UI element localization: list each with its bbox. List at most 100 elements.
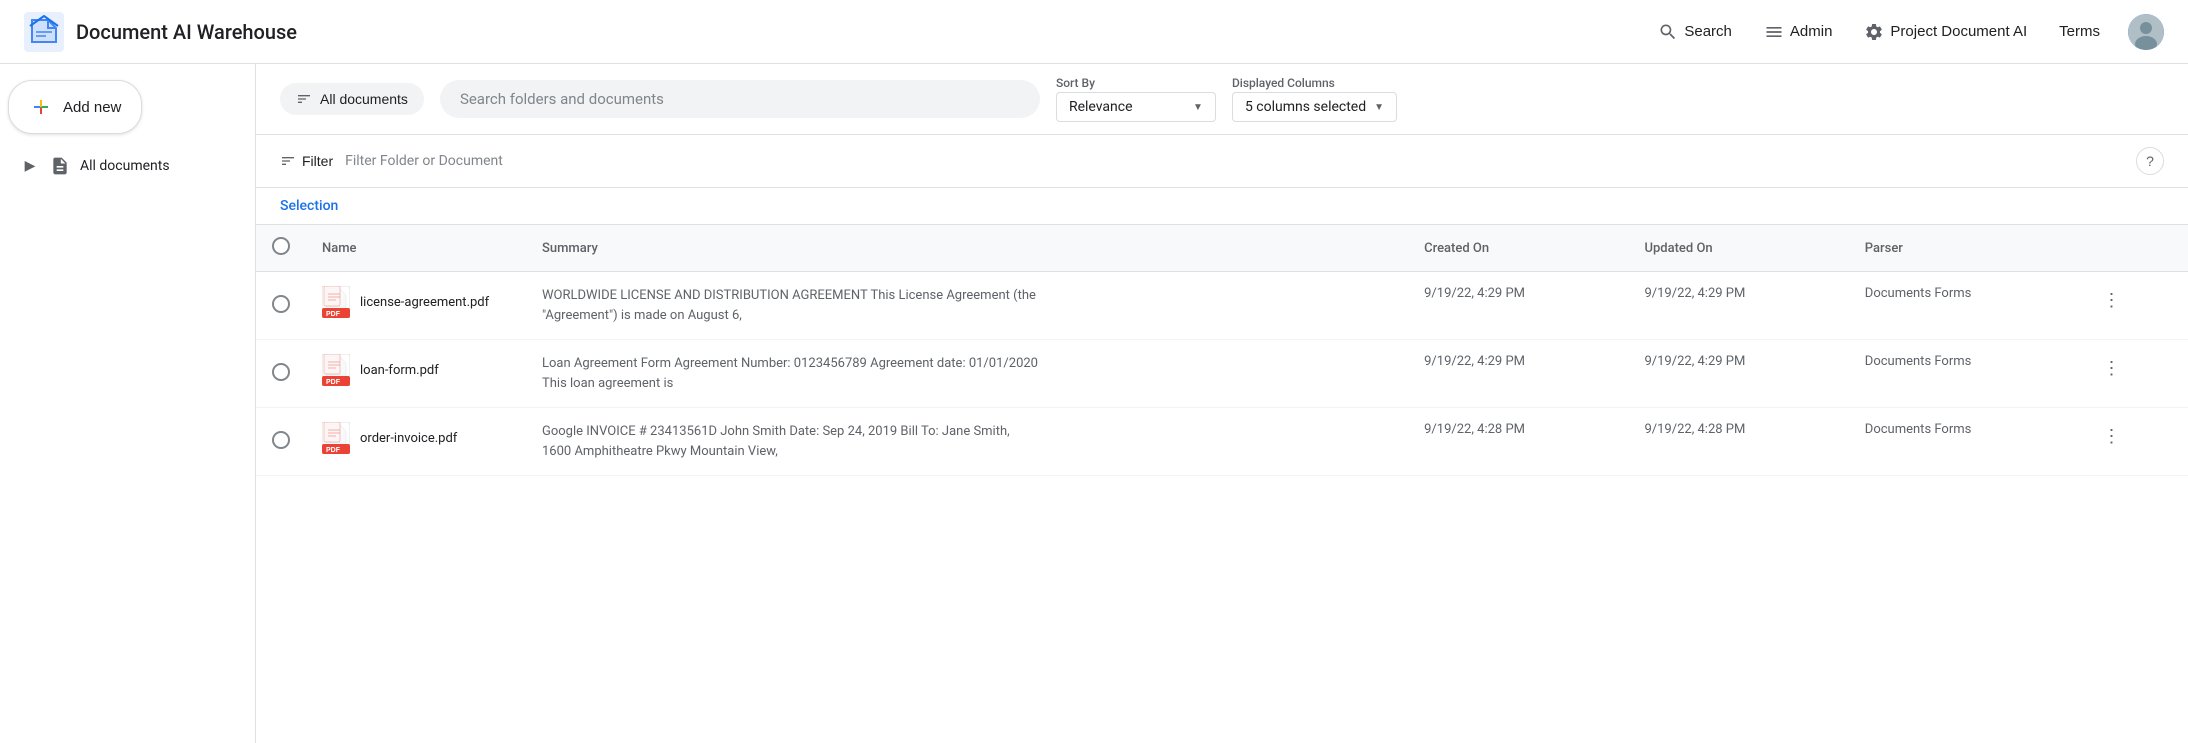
row-parser-cell: Documents Forms xyxy=(1849,272,2079,340)
row-parser-cell: Documents Forms xyxy=(1849,408,2079,476)
row-checkbox-cell xyxy=(256,272,306,340)
row-checkbox[interactable] xyxy=(272,431,290,449)
row-summary-cell: Loan Agreement Form Agreement Number: 01… xyxy=(526,340,1408,408)
updated-on-date: 9/19/22, 4:29 PM xyxy=(1644,354,1745,369)
row-created-on-cell: 9/19/22, 4:29 PM xyxy=(1408,340,1628,408)
filter-input[interactable]: Filter Folder or Document xyxy=(345,153,2124,169)
terms-nav-button[interactable]: Terms xyxy=(2055,15,2104,48)
col-checkbox xyxy=(256,225,306,272)
sort-by-dropdown: Sort By Relevance ▼ xyxy=(1056,76,1216,122)
svg-text:PDF: PDF xyxy=(326,311,341,318)
content-area: All documents Search folders and documen… xyxy=(256,64,2188,743)
filter-list-icon xyxy=(296,91,312,107)
svg-text:PDF: PDF xyxy=(326,379,341,386)
sidebar-item-all-documents[interactable]: ▶ All documents xyxy=(8,146,239,186)
sort-by-chevron-icon: ▼ xyxy=(1193,102,1203,113)
row-checkbox[interactable] xyxy=(272,363,290,381)
project-nav-label: Project Document AI xyxy=(1890,23,2027,40)
row-actions-cell: ⋮ xyxy=(2079,272,2188,340)
search-icon xyxy=(1658,22,1678,42)
sort-by-select[interactable]: Relevance ▼ xyxy=(1056,92,1216,122)
top-navigation: Document AI Warehouse Search Admin Proje… xyxy=(0,0,2188,64)
row-updated-on-cell: 9/19/22, 4:29 PM xyxy=(1628,340,1848,408)
table-row[interactable]: PDF order-invoice.pdf Google INVOICE # 2… xyxy=(256,408,2188,476)
file-name[interactable]: order-invoice.pdf xyxy=(360,431,457,446)
created-on-date: 9/19/22, 4:28 PM xyxy=(1424,422,1525,437)
admin-icon xyxy=(1764,22,1784,42)
table-body: PDF license-agreement.pdf WORLDWIDE LICE… xyxy=(256,272,2188,476)
updated-on-date: 9/19/22, 4:29 PM xyxy=(1644,286,1745,301)
col-actions xyxy=(2079,225,2188,272)
sort-by-label: Sort By xyxy=(1056,76,1216,90)
row-more-button[interactable]: ⋮ xyxy=(2095,422,2129,451)
help-icon: ? xyxy=(2146,153,2154,169)
summary-text: WORLDWIDE LICENSE AND DISTRIBUTION AGREE… xyxy=(542,286,1042,325)
col-name: Name xyxy=(306,225,526,272)
pdf-icon: PDF xyxy=(322,354,350,386)
select-all-checkbox[interactable] xyxy=(272,237,290,255)
add-new-button[interactable]: Add new xyxy=(8,80,142,134)
sort-by-value: Relevance xyxy=(1069,99,1133,115)
avatar[interactable] xyxy=(2128,14,2164,50)
parser-value: Documents Forms xyxy=(1865,422,1972,437)
admin-nav-button[interactable]: Admin xyxy=(1760,14,1837,50)
row-name-cell: PDF loan-form.pdf xyxy=(306,340,526,408)
row-created-on-cell: 9/19/22, 4:28 PM xyxy=(1408,408,1628,476)
row-checkbox[interactable] xyxy=(272,295,290,313)
col-parser: Parser xyxy=(1849,225,2079,272)
table-row[interactable]: PDF loan-form.pdf Loan Agreement Form Ag… xyxy=(256,340,2188,408)
columns-select[interactable]: 5 columns selected ▼ xyxy=(1232,92,1397,122)
help-button[interactable]: ? xyxy=(2136,147,2164,175)
updated-on-date: 9/19/22, 4:28 PM xyxy=(1644,422,1745,437)
row-checkbox-cell xyxy=(256,340,306,408)
document-icon xyxy=(50,156,70,176)
table-row[interactable]: PDF license-agreement.pdf WORLDWIDE LICE… xyxy=(256,272,2188,340)
created-on-date: 9/19/22, 4:29 PM xyxy=(1424,286,1525,301)
row-created-on-cell: 9/19/22, 4:29 PM xyxy=(1408,272,1628,340)
row-checkbox-cell xyxy=(256,408,306,476)
toolbar: All documents Search folders and documen… xyxy=(256,64,2188,135)
row-more-button[interactable]: ⋮ xyxy=(2095,286,2129,315)
row-actions-cell: ⋮ xyxy=(2079,408,2188,476)
all-docs-filter-label: All documents xyxy=(320,91,408,107)
pdf-icon: PDF xyxy=(322,422,350,454)
row-name-cell: PDF order-invoice.pdf xyxy=(306,408,526,476)
created-on-date: 9/19/22, 4:29 PM xyxy=(1424,354,1525,369)
filter-placeholder: Filter Folder or Document xyxy=(345,153,503,169)
row-more-button[interactable]: ⋮ xyxy=(2095,354,2129,383)
svg-text:PDF: PDF xyxy=(326,447,341,454)
col-updated-on: Updated On xyxy=(1628,225,1848,272)
row-name-cell: PDF license-agreement.pdf xyxy=(306,272,526,340)
table-container: Name Summary Created On Updated On Parse… xyxy=(256,225,2188,743)
columns-value: 5 columns selected xyxy=(1245,99,1366,115)
file-name[interactable]: loan-form.pdf xyxy=(360,363,439,378)
parser-value: Documents Forms xyxy=(1865,286,1972,301)
all-documents-filter-button[interactable]: All documents xyxy=(280,83,424,115)
row-summary-cell: Google INVOICE # 23413561D John Smith Da… xyxy=(526,408,1408,476)
expand-icon: ▶ xyxy=(20,156,40,176)
row-actions-cell: ⋮ xyxy=(2079,340,2188,408)
project-nav-button[interactable]: Project Document AI xyxy=(1860,14,2031,50)
app-title: Document AI Warehouse xyxy=(76,20,297,44)
add-new-label: Add new xyxy=(63,99,121,116)
main-layout: Add new ▶ All documents All documents Se… xyxy=(0,64,2188,743)
row-parser-cell: Documents Forms xyxy=(1849,340,2079,408)
row-summary-cell: WORLDWIDE LICENSE AND DISTRIBUTION AGREE… xyxy=(526,272,1408,340)
pdf-icon: PDF xyxy=(322,286,350,318)
parser-value: Documents Forms xyxy=(1865,354,1972,369)
search-nav-button[interactable]: Search xyxy=(1654,14,1736,50)
row-updated-on-cell: 9/19/22, 4:29 PM xyxy=(1628,272,1848,340)
terms-nav-label: Terms xyxy=(2059,23,2100,40)
search-box[interactable]: Search folders and documents xyxy=(440,80,1040,118)
admin-nav-label: Admin xyxy=(1790,23,1833,40)
app-logo xyxy=(24,12,64,52)
columns-chevron-icon: ▼ xyxy=(1374,102,1384,113)
summary-text: Loan Agreement Form Agreement Number: 01… xyxy=(542,354,1042,393)
filter-button[interactable]: Filter xyxy=(280,153,333,169)
file-name[interactable]: license-agreement.pdf xyxy=(360,295,489,310)
displayed-columns-dropdown: Displayed Columns 5 columns selected ▼ xyxy=(1232,76,1397,122)
columns-label: Displayed Columns xyxy=(1232,76,1397,90)
selection-label[interactable]: Selection xyxy=(280,198,338,214)
selection-bar: Selection xyxy=(256,188,2188,225)
filter-bar: Filter Filter Folder or Document ? xyxy=(256,135,2188,188)
